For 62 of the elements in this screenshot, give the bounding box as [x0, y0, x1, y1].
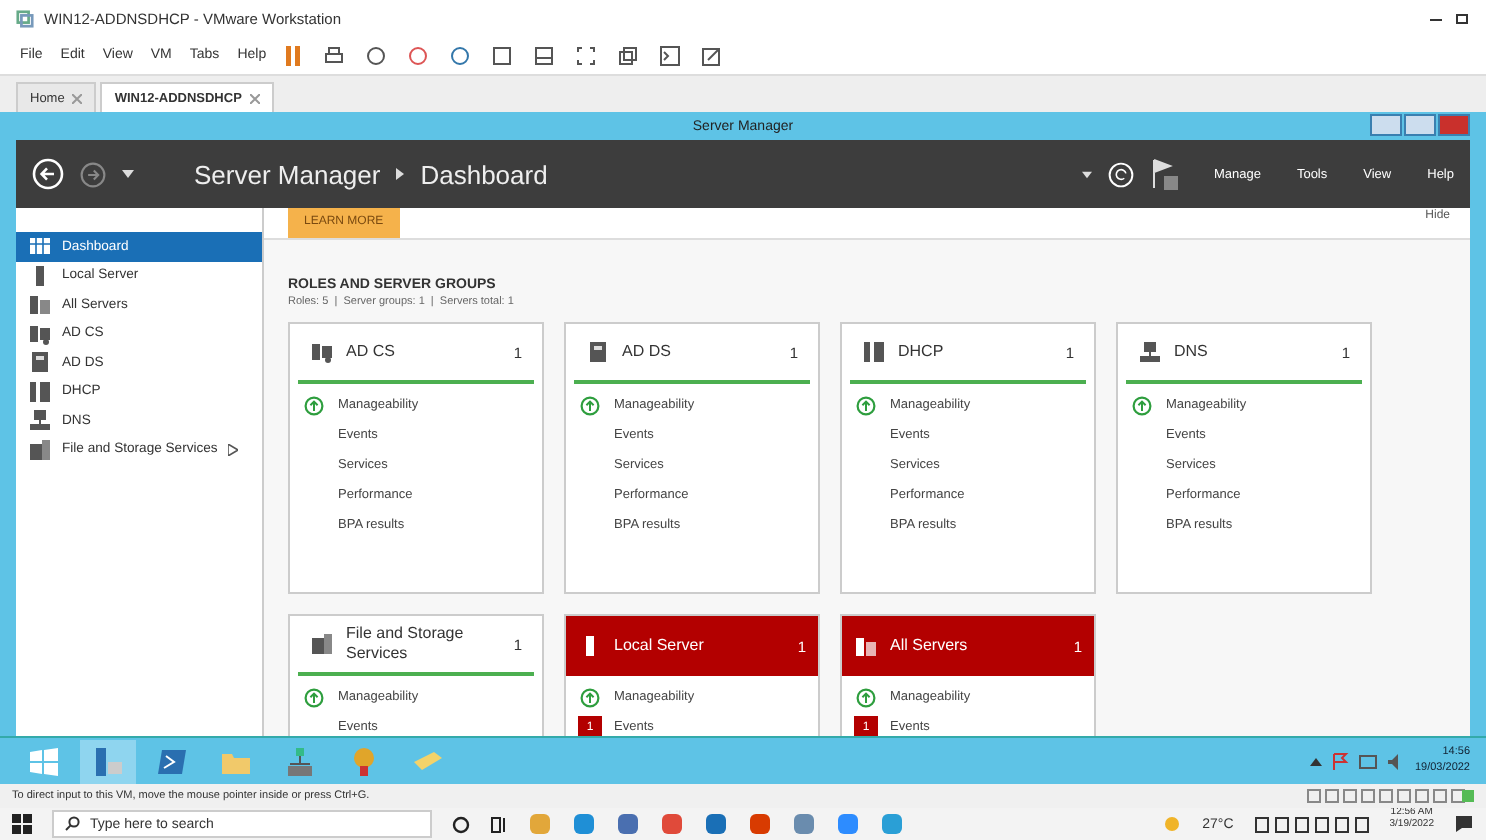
server-role-icon	[28, 292, 52, 317]
console-icon[interactable]	[658, 43, 683, 67]
server-role-icon	[28, 234, 52, 259]
server-role-icon	[854, 634, 878, 658]
server-role-icon	[310, 340, 334, 364]
taskbar-app-icon[interactable]	[616, 812, 640, 836]
tray-arrow-icon[interactable]	[1310, 756, 1323, 766]
forward-icon[interactable]	[80, 161, 106, 187]
maximize-button[interactable]	[1404, 114, 1436, 136]
pause-icon[interactable]	[284, 43, 305, 67]
device-status-icons[interactable]	[1306, 788, 1474, 804]
close-icon[interactable]	[72, 93, 83, 103]
flag-icon[interactable]	[1149, 158, 1178, 190]
thumbnail-layout-icon[interactable]	[532, 43, 557, 67]
taskbar-app-icon[interactable]	[660, 812, 684, 836]
server-role-icon	[28, 437, 52, 462]
windows-logo-icon	[28, 745, 60, 777]
app-icon	[16, 9, 34, 27]
server-role-icon	[1138, 340, 1162, 364]
task-view-icon[interactable]	[490, 815, 508, 833]
status-up-icon	[1132, 395, 1152, 415]
server-role-icon	[28, 350, 52, 375]
certificate-icon[interactable]	[350, 745, 378, 777]
taskbar-app-icon[interactable]	[880, 812, 904, 836]
stretch-icon[interactable]	[700, 43, 725, 67]
breadcrumb-item: Dashboard	[420, 159, 548, 189]
taskbar-button[interactable]	[80, 739, 136, 783]
status-up-icon	[580, 395, 600, 415]
caret-icon[interactable]	[122, 168, 134, 180]
server-role-icon	[586, 340, 610, 364]
status-up-icon	[856, 687, 876, 707]
server-role-icon	[28, 321, 52, 346]
tray-icons[interactable]	[1253, 815, 1370, 833]
taskbar-app-icon[interactable]	[572, 812, 596, 836]
taskbar-app-icon[interactable]	[836, 812, 860, 836]
unity-icon[interactable]	[616, 43, 641, 67]
breadcrumb-arrow-icon	[396, 168, 405, 180]
status-up-icon	[856, 395, 876, 415]
status-up-icon	[304, 687, 324, 707]
close-icon[interactable]	[249, 93, 260, 103]
windows-start-icon[interactable]	[12, 814, 32, 834]
status-up-icon	[304, 395, 324, 415]
taskbar-app-icon[interactable]	[704, 812, 728, 836]
refresh-icon[interactable]	[1107, 161, 1134, 187]
restore-icon[interactable]	[1454, 10, 1470, 26]
server-role-icon	[862, 340, 886, 364]
notification-icon[interactable]	[1454, 814, 1474, 834]
taskbar-app-icon[interactable]	[748, 812, 772, 836]
powershell-icon[interactable]	[156, 747, 188, 775]
minimize-button[interactable]	[1370, 114, 1402, 136]
fullscreen-icon[interactable]	[574, 43, 599, 67]
expand-arrow-icon[interactable]	[227, 443, 238, 456]
server-role-icon	[310, 632, 334, 656]
server-role-icon	[28, 379, 52, 404]
back-icon[interactable]	[32, 158, 64, 190]
status-up-icon	[580, 687, 600, 707]
printer-icon[interactable]	[322, 43, 347, 67]
server-role-icon	[28, 408, 52, 433]
caret-icon[interactable]	[1081, 169, 1092, 179]
taskbar-app-icon[interactable]	[792, 812, 816, 836]
server-icon	[92, 745, 124, 777]
breadcrumb-item[interactable]: Server Manager	[194, 159, 381, 189]
